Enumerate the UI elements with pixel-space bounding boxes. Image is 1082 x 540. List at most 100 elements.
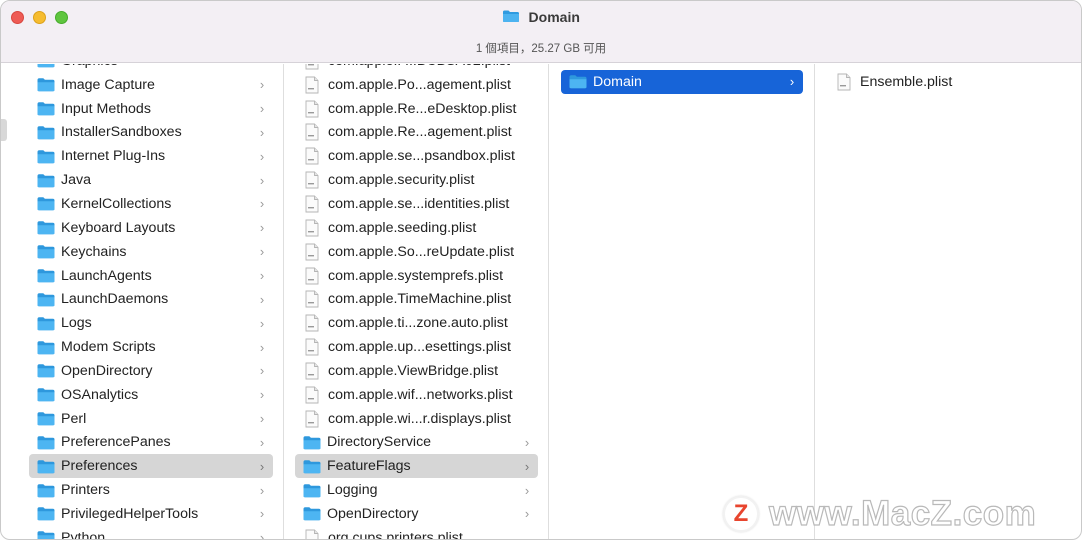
folder-row-java[interactable]: Java › xyxy=(29,168,273,192)
file-row-com-apple-seeding-plist[interactable]: com.apple.seeding.plist xyxy=(295,216,538,240)
folder-icon xyxy=(303,435,321,450)
folder-row-image-capture[interactable]: Image Capture › xyxy=(29,73,273,97)
file-row-com-apple-re-edesktop-plist[interactable]: com.apple.Re...eDesktop.plist xyxy=(295,97,538,121)
plist-file-icon xyxy=(305,529,319,539)
folder-row-opendirectory[interactable]: OpenDirectory › xyxy=(295,502,538,526)
item-label: Internet Plug-Ins xyxy=(61,148,166,165)
folder-icon xyxy=(37,125,55,140)
chevron-right-icon: › xyxy=(789,74,795,90)
file-row-com-apple-security-plist[interactable]: com.apple.security.plist xyxy=(295,168,538,192)
file-row-com-apple-systemprefs-plist[interactable]: com.apple.systemprefs.plist xyxy=(295,264,538,288)
file-row-com-apple-ti-zone-auto-plist[interactable]: com.apple.ti...zone.auto.plist xyxy=(295,311,538,335)
item-label: Logs xyxy=(61,315,92,332)
folder-icon xyxy=(37,530,55,539)
chevron-right-icon: › xyxy=(524,434,530,450)
file-row-com-apple-po-agement-plist[interactable]: com.apple.Po...agement.plist xyxy=(295,73,538,97)
item-label: PrivilegedHelperTools xyxy=(61,505,199,522)
column-browser: Graphics›Image Capture›Input Methods›Ins… xyxy=(1,64,1081,540)
chevron-right-icon: › xyxy=(259,458,265,474)
column-4[interactable]: Ensemble.plist xyxy=(816,64,1081,539)
file-row-com-apple-wif-networks-plist[interactable]: com.apple.wif...networks.plist xyxy=(295,383,538,407)
folder-row-launchdaemons[interactable]: LaunchDaemons › xyxy=(29,287,273,311)
folder-row-modem-scripts[interactable]: Modem Scripts › xyxy=(29,335,273,359)
plist-file-icon xyxy=(305,195,319,213)
folder-row-logging[interactable]: Logging › xyxy=(295,478,538,502)
chevron-right-icon: › xyxy=(259,387,265,403)
item-label: DirectoryService xyxy=(327,434,432,451)
item-label: org.cups.printers.plist xyxy=(328,529,463,540)
item-label: com.apple.P...BCBSA02.plist xyxy=(328,64,538,69)
chevron-right-icon: › xyxy=(259,434,265,450)
folder-icon xyxy=(37,196,55,211)
file-row-com-apple-up-esettings-plist[interactable]: com.apple.up...esettings.plist xyxy=(295,335,538,359)
item-label: com.apple.se...identities.plist xyxy=(328,195,510,212)
folder-icon xyxy=(37,459,55,474)
folder-row-logs[interactable]: Logs › xyxy=(29,311,273,335)
folder-icon xyxy=(502,9,520,23)
item-label: com.apple.Re...eDesktop.plist xyxy=(328,100,517,117)
window-title: Domain xyxy=(528,8,580,25)
plist-file-icon xyxy=(305,100,319,118)
plist-file-icon xyxy=(305,243,319,261)
folder-icon xyxy=(37,411,55,426)
file-row-com-apple-p-bcbsa02-plist[interactable]: com.apple.P...BCBSA02.plist xyxy=(295,64,538,73)
folder-row-preferences[interactable]: Preferences › xyxy=(29,454,273,479)
folder-row-python[interactable]: Python › xyxy=(29,526,273,540)
folder-row-opendirectory[interactable]: OpenDirectory › xyxy=(29,359,273,383)
item-label: com.apple.security.plist xyxy=(328,172,475,189)
plist-file-icon xyxy=(305,76,319,94)
plist-file-icon xyxy=(305,267,319,285)
folder-icon xyxy=(37,77,55,92)
item-label: Printers xyxy=(61,482,110,499)
item-label: com.apple.Re...agement.plist xyxy=(328,124,512,141)
folder-row-directoryservice[interactable]: DirectoryService › xyxy=(295,431,538,455)
file-row-org-cups-printers-plist[interactable]: org.cups.printers.plist xyxy=(295,526,538,540)
folder-row-input-methods[interactable]: Input Methods › xyxy=(29,97,273,121)
plist-file-icon xyxy=(305,123,319,141)
folder-row-keychains[interactable]: Keychains › xyxy=(29,240,273,264)
chevron-right-icon: › xyxy=(259,77,265,93)
item-label: Modem Scripts xyxy=(61,339,156,356)
item-label: com.apple.systemprefs.plist xyxy=(328,267,504,284)
file-row-com-apple-se-psandbox-plist[interactable]: com.apple.se...psandbox.plist xyxy=(295,144,538,168)
folder-row-kernelcollections[interactable]: KernelCollections › xyxy=(29,192,273,216)
folder-row-graphics[interactable]: Graphics› xyxy=(29,64,273,73)
file-row-com-apple-timemachine-plist[interactable]: com.apple.TimeMachine.plist xyxy=(295,287,538,311)
folder-row-preferencepanes[interactable]: PreferencePanes › xyxy=(29,431,273,455)
column-2[interactable]: com.apple.P...BCBSA02.plist com.apple.Po.… xyxy=(285,64,549,540)
item-label: FeatureFlags xyxy=(327,458,411,475)
item-label: com.apple.se...psandbox.plist xyxy=(328,148,515,165)
folder-icon xyxy=(569,74,587,89)
folder-row-printers[interactable]: Printers › xyxy=(29,478,273,502)
folder-row-privilegedhelpertools[interactable]: PrivilegedHelperTools › xyxy=(29,502,273,526)
item-label: Keychains xyxy=(61,243,127,260)
column-1[interactable]: Graphics›Image Capture›Input Methods›Ins… xyxy=(19,64,284,540)
file-row-com-apple-se-identities-plist[interactable]: com.apple.se...identities.plist xyxy=(295,192,538,216)
file-row-com-apple-so-reupdate-plist[interactable]: com.apple.So...reUpdate.plist xyxy=(295,240,538,264)
file-row-ensemble-plist[interactable]: Ensemble.plist xyxy=(827,70,1072,94)
item-label: com.apple.TimeMachine.plist xyxy=(328,291,512,308)
watermark-text: www.MacZ.com xyxy=(768,493,1037,533)
folder-row-installersandboxes[interactable]: InstallerSandboxes › xyxy=(29,121,273,145)
folder-row-osanalytics[interactable]: OSAnalytics › xyxy=(29,383,273,407)
folder-icon xyxy=(303,459,321,474)
item-label: Java xyxy=(61,172,91,189)
item-label: Domain xyxy=(593,73,642,90)
folder-icon xyxy=(37,316,55,331)
file-row-com-apple-re-agement-plist[interactable]: com.apple.Re...agement.plist xyxy=(295,121,538,145)
column-3[interactable]: Domain › xyxy=(550,64,815,539)
file-row-com-apple-wi-r-displays-plist[interactable]: com.apple.wi...r.displays.plist xyxy=(295,407,538,431)
chevron-right-icon: › xyxy=(259,530,265,540)
folder-row-perl[interactable]: Perl › xyxy=(29,407,273,431)
folder-row-internet-plug-ins[interactable]: Internet Plug-Ins › xyxy=(29,144,273,168)
folder-icon xyxy=(37,149,55,164)
folder-row-domain[interactable]: Domain › xyxy=(561,70,803,94)
folder-row-featureflags[interactable]: FeatureFlags › xyxy=(295,454,538,479)
folder-row-keyboard-layouts[interactable]: Keyboard Layouts › xyxy=(29,216,273,240)
item-label: com.apple.wif...networks.plist xyxy=(328,386,513,403)
folder-row-launchagents[interactable]: LaunchAgents › xyxy=(29,264,273,288)
chevron-right-icon: › xyxy=(524,482,530,498)
file-row-com-apple-viewbridge-plist[interactable]: com.apple.ViewBridge.plist xyxy=(295,359,538,383)
item-label: LaunchDaemons xyxy=(61,291,169,308)
plist-file-icon xyxy=(305,410,319,428)
